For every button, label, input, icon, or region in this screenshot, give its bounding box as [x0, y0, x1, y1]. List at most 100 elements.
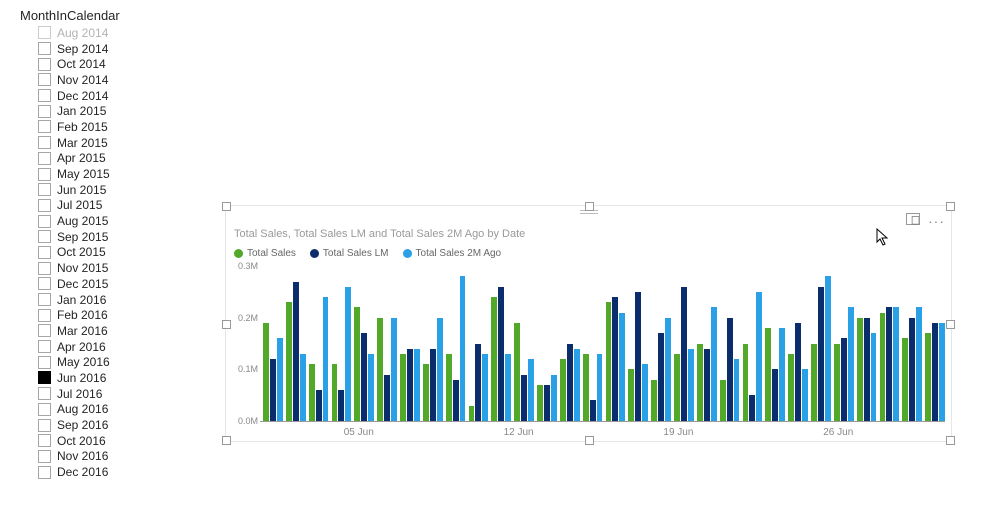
checkbox-icon[interactable] [38, 356, 51, 369]
resize-handle[interactable] [946, 202, 955, 211]
slicer-item[interactable]: Jan 2015 [20, 103, 150, 119]
slicer-item[interactable]: Aug 2014 [20, 25, 150, 41]
bar[interactable] [498, 287, 504, 421]
checkbox-icon[interactable] [38, 371, 51, 384]
bar[interactable] [567, 344, 573, 422]
slicer-item[interactable]: Jul 2015 [20, 198, 150, 214]
bar[interactable] [779, 328, 785, 421]
bar[interactable] [505, 354, 511, 421]
bar[interactable] [642, 364, 648, 421]
slicer-item[interactable]: Jun 2015 [20, 182, 150, 198]
checkbox-icon[interactable] [38, 105, 51, 118]
bar[interactable] [574, 349, 580, 421]
checkbox-icon[interactable] [38, 26, 51, 39]
slicer-item[interactable]: Apr 2016 [20, 339, 150, 355]
checkbox-icon[interactable] [38, 309, 51, 322]
checkbox-icon[interactable] [38, 199, 51, 212]
slicer-item[interactable]: Sep 2016 [20, 417, 150, 433]
bar[interactable] [765, 328, 771, 421]
bar[interactable] [460, 276, 466, 421]
bar[interactable] [688, 349, 694, 421]
bar[interactable] [469, 406, 475, 422]
bar[interactable] [430, 349, 436, 421]
bar[interactable] [697, 344, 703, 422]
resize-handle[interactable] [946, 436, 955, 445]
bar[interactable] [606, 302, 612, 421]
bar[interactable] [834, 344, 840, 422]
slicer-item[interactable]: Dec 2015 [20, 276, 150, 292]
bar[interactable] [795, 323, 801, 421]
bar[interactable] [658, 333, 664, 421]
bar[interactable] [338, 390, 344, 421]
bar[interactable] [916, 307, 922, 421]
chart-visual[interactable]: ··· Total Sales, Total Sales LM and Tota… [225, 205, 952, 442]
bar[interactable] [391, 318, 397, 421]
bar[interactable] [681, 287, 687, 421]
bar[interactable] [437, 318, 443, 421]
checkbox-icon[interactable] [38, 89, 51, 102]
slicer-item[interactable]: May 2016 [20, 354, 150, 370]
bar[interactable] [756, 292, 762, 421]
bar[interactable] [453, 380, 459, 421]
checkbox-icon[interactable] [38, 42, 51, 55]
bar[interactable] [886, 307, 892, 421]
bar[interactable] [309, 364, 315, 421]
bar[interactable] [528, 359, 534, 421]
checkbox-icon[interactable] [38, 277, 51, 290]
bar[interactable] [377, 318, 383, 421]
resize-handle[interactable] [946, 320, 955, 329]
bar[interactable] [300, 354, 306, 421]
slicer-item[interactable]: Sep 2015 [20, 229, 150, 245]
checkbox-icon[interactable] [38, 262, 51, 275]
slicer-item[interactable]: Nov 2015 [20, 260, 150, 276]
checkbox-icon[interactable] [38, 387, 51, 400]
bar[interactable] [711, 307, 717, 421]
bar[interactable] [932, 323, 938, 421]
bar[interactable] [407, 349, 413, 421]
bar[interactable] [361, 333, 367, 421]
bar[interactable] [263, 323, 269, 421]
bar[interactable] [811, 344, 817, 422]
bar[interactable] [772, 369, 778, 421]
checkbox-icon[interactable] [38, 215, 51, 228]
bar[interactable] [521, 375, 527, 422]
bar[interactable] [423, 364, 429, 421]
slicer-item[interactable]: Aug 2016 [20, 402, 150, 418]
bar[interactable] [332, 364, 338, 421]
bar[interactable] [893, 307, 899, 421]
bar[interactable] [475, 344, 481, 422]
bar[interactable] [788, 354, 794, 421]
bar[interactable] [734, 359, 740, 421]
bar[interactable] [446, 354, 452, 421]
bar[interactable] [802, 369, 808, 421]
slicer-item[interactable]: Jan 2016 [20, 292, 150, 308]
bar[interactable] [704, 349, 710, 421]
slicer-item[interactable]: Dec 2016 [20, 464, 150, 480]
bar[interactable] [544, 385, 550, 421]
bar[interactable] [400, 354, 406, 421]
bar[interactable] [270, 359, 276, 421]
resize-handle[interactable] [222, 436, 231, 445]
bar[interactable] [560, 359, 566, 421]
checkbox-icon[interactable] [38, 419, 51, 432]
bar[interactable] [583, 354, 589, 421]
bar[interactable] [368, 354, 374, 421]
checkbox-icon[interactable] [38, 73, 51, 86]
slicer-item[interactable]: Apr 2015 [20, 151, 150, 167]
bar[interactable] [902, 338, 908, 421]
bar[interactable] [939, 323, 945, 421]
bar[interactable] [925, 333, 931, 421]
bar[interactable] [871, 333, 877, 421]
bar[interactable] [635, 292, 641, 421]
checkbox-icon[interactable] [38, 168, 51, 181]
slicer-item[interactable]: Feb 2015 [20, 119, 150, 135]
bar[interactable] [277, 338, 283, 421]
checkbox-icon[interactable] [38, 183, 51, 196]
checkbox-icon[interactable] [38, 136, 51, 149]
slicer-item[interactable]: Jul 2016 [20, 386, 150, 402]
checkbox-icon[interactable] [38, 246, 51, 259]
slicer-item[interactable]: Dec 2014 [20, 88, 150, 104]
slicer-item[interactable]: May 2015 [20, 166, 150, 182]
bar[interactable] [323, 297, 329, 421]
bar[interactable] [720, 380, 726, 421]
